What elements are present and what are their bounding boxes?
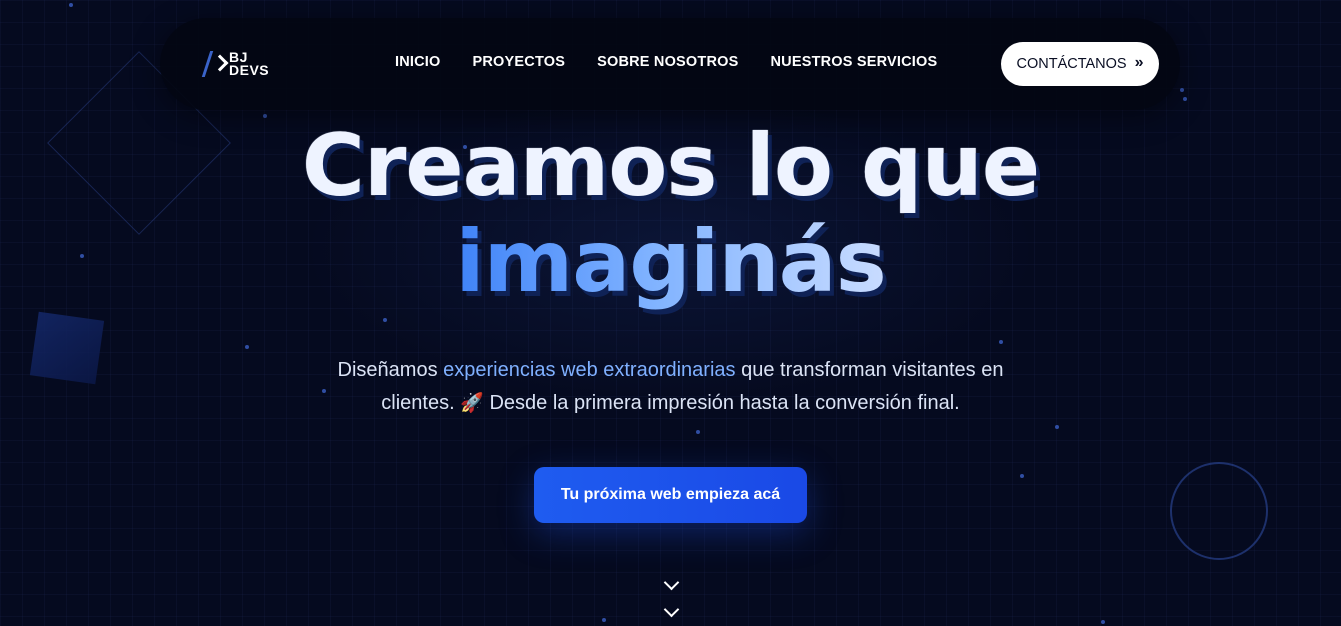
landing-page: BJ DEVS INICIO PROYECTOS SOBRE NOSOTROS …	[0, 0, 1341, 626]
navbar: BJ DEVS INICIO PROYECTOS SOBRE NOSOTROS …	[160, 18, 1180, 110]
decorative-dot	[1020, 474, 1024, 478]
decorative-dot	[1183, 97, 1187, 101]
hero-title: Creamos lo que imaginás	[0, 118, 1341, 310]
decorative-dot	[1101, 620, 1105, 624]
subtitle-part-3: Desde la primera impresión hasta la conv…	[483, 392, 960, 414]
nav-links: INICIO PROYECTOS SOBRE NOSOTROS NUESTROS…	[395, 54, 937, 70]
nav-link-nuestros-servicios[interactable]: NUESTROS SERVICIOS	[770, 54, 937, 70]
subtitle-highlight: experiencias web extraordinarias	[443, 359, 736, 381]
decorative-dot	[696, 430, 700, 434]
subtitle-part-1: Diseñamos	[337, 359, 444, 381]
nav-link-proyectos[interactable]: PROYECTOS	[473, 54, 566, 70]
decorative-dot	[1180, 88, 1184, 92]
decorative-dot	[999, 340, 1003, 344]
decorative-dot	[245, 345, 249, 349]
hero-title-line-2: imaginás	[455, 212, 887, 312]
double-chevron-right-icon: »	[1134, 54, 1144, 71]
rocket-icon: 🚀	[460, 393, 484, 414]
chevron-down-icon	[663, 601, 680, 618]
logo-text: BJ DEVS	[229, 50, 270, 78]
hero-title-line-1: Creamos lo que	[301, 116, 1040, 216]
decorative-dot	[383, 318, 387, 322]
decorative-square	[29, 311, 105, 385]
decorative-dot	[602, 618, 606, 622]
logo-mark-icon	[201, 50, 229, 78]
contact-button-label: CONTÁCTANOS	[1016, 56, 1127, 72]
decorative-dot	[69, 3, 73, 7]
nav-link-inicio[interactable]: INICIO	[395, 54, 441, 70]
cta-button[interactable]: Tu próxima web empieza acá	[534, 467, 807, 523]
chevron-down-icon	[663, 574, 680, 591]
decorative-circle-outline	[1170, 462, 1268, 560]
hero-subtitle: Diseñamos experiencias web extraordinari…	[320, 354, 1021, 420]
decorative-dot	[1055, 425, 1059, 429]
nav-link-sobre-nosotros[interactable]: SOBRE NOSOTROS	[597, 54, 738, 70]
logo-line-2: DEVS	[229, 62, 270, 78]
scroll-down-indicator[interactable]	[655, 574, 687, 626]
contact-button[interactable]: CONTÁCTANOS »	[1001, 42, 1159, 86]
brand-logo[interactable]: BJ DEVS	[201, 50, 270, 78]
